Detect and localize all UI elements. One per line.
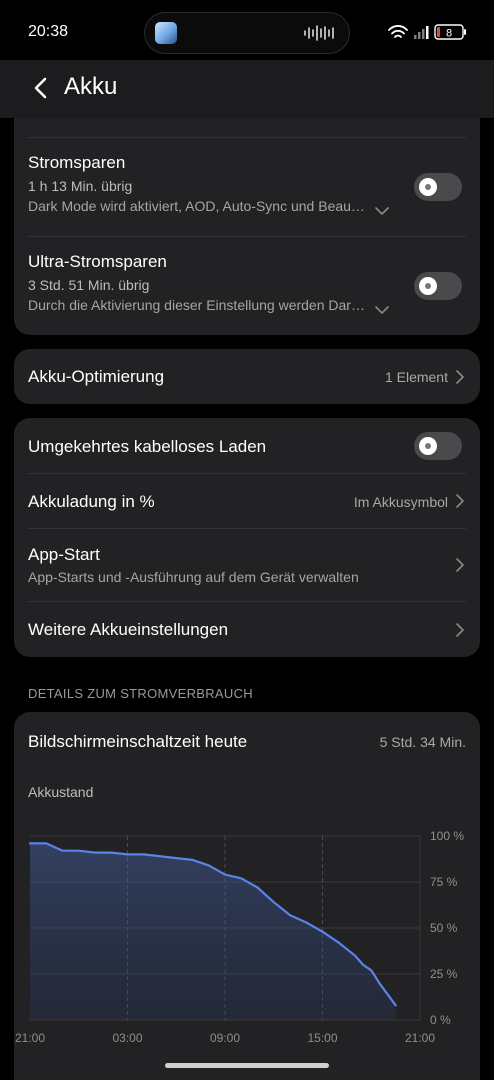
screen-time-label: Bildschirmeinschaltzeit heute — [28, 732, 248, 751]
battery-optimization-value: 1 Element — [384, 369, 448, 385]
y-tick-label: 50 % — [430, 921, 458, 935]
chevron-down-icon[interactable] — [374, 206, 390, 216]
y-tick-label: 25 % — [430, 967, 458, 981]
usage-details-card: Bildschirmeinschaltzeit heute 5 Std. 34 … — [14, 712, 480, 1080]
x-tick-label: 21:00 — [15, 1031, 45, 1045]
audio-wave-icon — [304, 25, 334, 41]
reverse-charging-title: Umgekehrtes kabelloses Laden — [28, 437, 267, 456]
app-header: Akku — [0, 60, 494, 118]
toggle-knob — [419, 437, 437, 455]
y-tick-label: 0 % — [430, 1013, 451, 1027]
ultra-power-saving-title: Ultra-Stromsparen — [28, 252, 167, 271]
power-saving-remaining: 1 h 13 Min. übrig — [28, 178, 133, 194]
app-start-row[interactable]: App-Start App-Starts und -Ausführung auf… — [14, 529, 480, 601]
ultra-power-saving-description: Durch die Aktivierung dieser Einstellung… — [28, 297, 365, 313]
chevron-right-icon — [456, 558, 465, 572]
dynamic-island[interactable] — [144, 12, 350, 54]
settings-list[interactable]: Stromsparen 1 h 13 Min. übrig Dark Mode … — [0, 118, 494, 1080]
app-start-description: App-Starts und -Ausführung auf dem Gerät… — [28, 569, 359, 585]
app-thumbnail-icon — [155, 22, 177, 44]
toggle-knob — [419, 277, 437, 295]
battery-area-fill — [30, 843, 396, 1020]
chevron-right-icon — [456, 494, 465, 508]
signal-icon — [414, 26, 429, 39]
ultra-power-saving-remaining: 3 Std. 51 Min. übrig — [28, 277, 150, 293]
x-tick-label: 03:00 — [112, 1031, 142, 1045]
status-icons: 8 — [388, 24, 466, 40]
power-saving-description: Dark Mode wird aktiviert, AOD, Auto-Sync… — [28, 198, 365, 214]
battery-optimization-row[interactable]: Akku-Optimierung 1 Element — [14, 349, 480, 404]
wifi-icon — [388, 25, 408, 38]
battery-settings-card: Umgekehrtes kabelloses Laden Akkuladung … — [14, 418, 480, 657]
x-tick-label: 21:00 — [405, 1031, 435, 1045]
battery-percentage-row[interactable]: Akkuladung in % Im Akkusymbol — [14, 474, 480, 528]
battery-percentage-value: Im Akkusymbol — [353, 494, 448, 510]
home-indicator[interactable] — [165, 1063, 329, 1068]
chevron-right-icon — [456, 623, 465, 637]
battery-percentage-title: Akkuladung in % — [28, 492, 155, 511]
status-bar: 20:38 8 — [0, 0, 494, 60]
x-tick-label: 15:00 — [307, 1031, 337, 1045]
app-start-title: App-Start — [28, 545, 100, 564]
back-arrow-icon[interactable] — [30, 75, 52, 101]
chevron-right-icon — [456, 370, 465, 384]
status-time: 20:38 — [28, 23, 69, 40]
reverse-charging-toggle[interactable] — [414, 432, 462, 460]
section-header: DETAILS ZUM STROMVERBRAUCH — [28, 686, 253, 701]
power-saving-title: Stromsparen — [28, 153, 126, 172]
battery-level: 8 — [446, 28, 452, 40]
power-saving-row[interactable]: Stromsparen 1 h 13 Min. übrig Dark Mode … — [14, 138, 480, 236]
chart-label: Akkustand — [28, 784, 94, 800]
power-saving-toggle[interactable] — [414, 173, 462, 201]
y-tick-label: 75 % — [430, 875, 458, 889]
toggle-knob — [419, 178, 437, 196]
battery-optimization-title: Akku-Optimierung — [28, 367, 165, 386]
chevron-down-icon[interactable] — [374, 305, 390, 315]
ultra-power-saving-row[interactable]: Ultra-Stromsparen 3 Std. 51 Min. übrig D… — [14, 237, 480, 335]
screen-time-value: 5 Std. 34 Min. — [379, 734, 466, 750]
y-tick-label: 100 % — [430, 829, 464, 843]
ultra-power-saving-toggle[interactable] — [414, 272, 462, 300]
reverse-charging-row[interactable]: Umgekehrtes kabelloses Laden — [14, 418, 480, 473]
battery-icon: 8 — [434, 24, 466, 40]
more-battery-settings-title: Weitere Akkueinstellungen — [28, 620, 229, 639]
power-saving-card: Stromsparen 1 h 13 Min. übrig Dark Mode … — [14, 118, 480, 335]
page-title: Akku — [64, 73, 118, 100]
x-tick-label: 09:00 — [210, 1031, 240, 1045]
more-battery-settings-row[interactable]: Weitere Akkueinstellungen — [14, 602, 480, 657]
battery-level-chart: 100 % 75 % 50 % 25 % 0 % 21:00 03:00 09:00 15:00… — [15, 829, 464, 1045]
